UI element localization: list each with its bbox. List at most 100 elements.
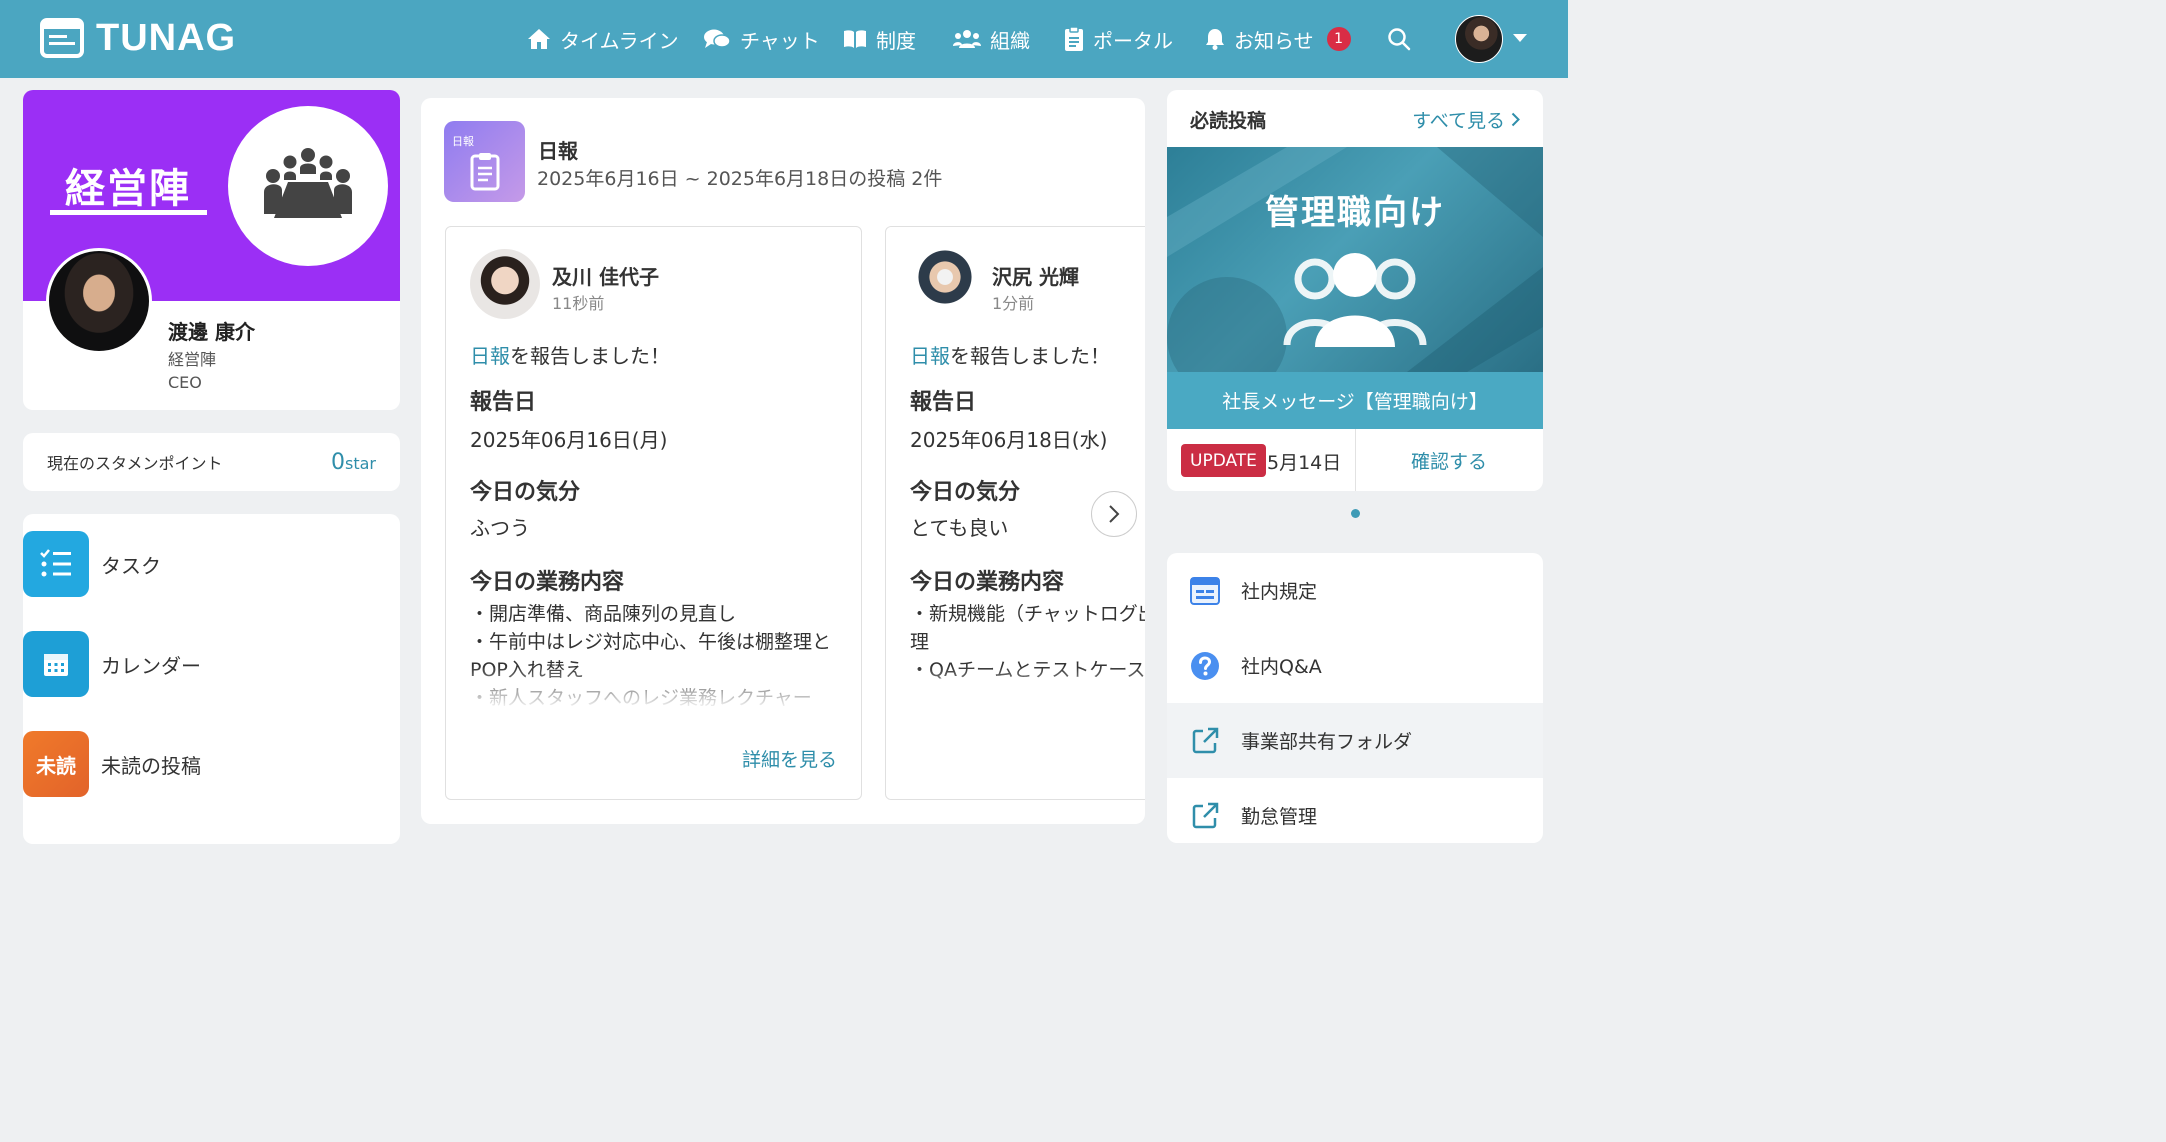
carousel-indicator-dot[interactable] — [1351, 509, 1360, 518]
stamen-point-value: 0star — [331, 449, 376, 475]
must-read-title: 必読投稿 — [1190, 110, 1267, 132]
mood-value: ふつう — [470, 516, 530, 540]
bell-icon — [1206, 29, 1224, 50]
nav-chat[interactable]: チャット — [703, 24, 820, 54]
people-icon — [953, 30, 981, 48]
shortcut-unread-posts[interactable]: 未読 未読の投稿 — [23, 731, 201, 797]
shortcut-label: 未読の投稿 — [101, 753, 201, 778]
chevron-right-icon — [1109, 505, 1120, 523]
link-label: 社内Q&A — [1241, 656, 1322, 678]
nippo-post[interactable]: 及川 佳代子 11秒前 日報を報告しました！ 報告日 2025年06月16日(月… — [445, 226, 862, 800]
post-action-text: 日報を報告しました！ — [470, 344, 670, 368]
nav-notifications[interactable]: お知らせ 1 — [1205, 24, 1351, 54]
author-name[interactable]: 及川 佳代子 — [552, 261, 659, 290]
field-heading: 報告日 — [910, 390, 977, 415]
profile-avatar[interactable] — [46, 248, 152, 354]
caret-down-icon — [1513, 34, 1527, 42]
meeting-table-icon — [264, 148, 352, 218]
search-icon — [1388, 28, 1411, 51]
shortcut-calendar[interactable]: カレンダー — [23, 631, 201, 697]
nav-label: 制度 — [876, 28, 916, 53]
nav-timeline[interactable]: タイムライン — [527, 24, 679, 54]
carousel-next-button[interactable] — [1091, 491, 1137, 537]
nippo-link[interactable]: 日報 — [470, 344, 510, 368]
see-all-label: すべて見る — [1412, 110, 1505, 132]
update-date: 5月14日 — [1267, 452, 1342, 474]
nav-label: タイムライン — [560, 28, 679, 53]
profile-role: CEO — [168, 373, 202, 392]
calendar-icon — [23, 631, 89, 697]
notification-count-badge: 1 — [1326, 27, 1351, 51]
logo-mark-icon — [40, 18, 84, 58]
top-navigation-bar: TUNAG タイムライン チャット 制度 組織 ポータル お知らせ 1 — [0, 0, 1568, 78]
link-attendance[interactable]: 勤怠管理 — [1167, 778, 1543, 843]
field-heading: 今日の業務内容 — [910, 570, 1065, 595]
nav-label: 組織 — [990, 28, 1030, 53]
tunag-logo[interactable]: TUNAG — [40, 16, 236, 60]
thumbnail-title: 管理職向け — [1265, 193, 1445, 233]
nippo-period: 2025年6月16日 ~ 2025年6月18日の投稿 2件 — [537, 168, 943, 190]
nav-system[interactable]: 制度 — [843, 24, 916, 54]
clipboard-icon — [470, 152, 499, 190]
nav-label: チャット — [740, 28, 820, 53]
nippo-link[interactable]: 日報 — [910, 344, 950, 368]
profile-user-name[interactable]: 渡邊 康介 — [168, 316, 255, 345]
post-time: 11秒前 — [552, 294, 605, 313]
quick-links-card: 社内規定 社内Q&A 事業部共有フォルダ 勤怠管理 — [1167, 553, 1543, 843]
link-label: 社内規定 — [1241, 581, 1318, 603]
link-internal-rules[interactable]: 社内規定 — [1167, 553, 1543, 628]
nippo-icon-label: 日報 — [452, 134, 474, 148]
nippo-app-icon[interactable]: 日報 — [444, 121, 525, 202]
must-read-thumbnail[interactable]: 管理職向け — [1167, 147, 1543, 372]
post-time: 1分前 — [992, 294, 1035, 313]
task-list-icon — [23, 531, 89, 597]
team-name-underline — [50, 210, 207, 215]
link-label: 勤怠管理 — [1241, 806, 1318, 828]
field-heading: 報告日 — [470, 390, 537, 415]
nav-portal[interactable]: ポータル — [1064, 24, 1173, 54]
author-name[interactable]: 沢尻 光輝 — [992, 261, 1079, 290]
link-label: 事業部共有フォルダ — [1241, 731, 1413, 753]
nav-label: お知らせ — [1234, 28, 1314, 53]
confirm-button[interactable]: 確認する — [1355, 429, 1543, 491]
shortcut-tasks[interactable]: タスク — [23, 531, 161, 597]
shortcut-label: カレンダー — [101, 653, 201, 678]
search-button[interactable] — [1387, 27, 1411, 51]
nippo-title[interactable]: 日報 — [538, 135, 578, 164]
external-link-icon — [1192, 727, 1219, 753]
home-icon — [528, 29, 550, 49]
document-icon — [1190, 576, 1220, 605]
chat-icon — [704, 29, 731, 48]
field-heading: 今日の気分 — [910, 480, 1021, 505]
user-menu-toggle[interactable] — [1512, 33, 1528, 43]
group-people-icon — [1283, 253, 1427, 347]
field-heading: 今日の業務内容 — [470, 570, 625, 595]
book-icon — [844, 30, 866, 48]
shortcut-label: タスク — [101, 553, 161, 578]
must-read-caption[interactable]: 社長メッセージ【管理職向け】 — [1167, 372, 1543, 429]
field-heading: 今日の気分 — [470, 480, 581, 505]
external-link-icon — [1192, 802, 1219, 828]
user-avatar[interactable] — [1455, 15, 1503, 63]
nav-organization[interactable]: 組織 — [953, 24, 1030, 54]
author-avatar[interactable] — [910, 249, 980, 319]
must-read-card: 必読投稿 すべて見る 管理職向け 社長メッセージ【管理職向け】 UPDATE 5… — [1167, 90, 1543, 491]
stamen-point-label: 現在のスタメンポイント — [47, 454, 223, 473]
report-date: 2025年06月16日(月) — [470, 428, 668, 452]
view-details-link[interactable]: 詳細を見る — [742, 745, 837, 772]
stamen-point-card[interactable]: 現在のスタメンポイント 0star — [23, 433, 400, 491]
link-shared-folder[interactable]: 事業部共有フォルダ — [1167, 703, 1543, 778]
work-content: ・開店準備、商品陳列の見直し ・午前中はレジ対応中心、午後は棚整理とPOP入れ替… — [470, 603, 832, 709]
work-content: ・新規機能（チャットログ出力）の仕様整理 ・QAチームとテストケースのすり合わせ — [910, 603, 1145, 681]
team-emblem — [228, 106, 388, 266]
nippo-feed-card: 日報 日報 2025年6月16日 ~ 2025年6月18日の投稿 2件 及川 佳… — [421, 98, 1145, 824]
mood-value: とても良い — [910, 516, 1009, 540]
link-internal-qa[interactable]: 社内Q&A — [1167, 628, 1543, 703]
see-all-link[interactable]: すべて見る — [1412, 106, 1520, 133]
team-name: 経営陣 — [65, 166, 191, 212]
profile-card: 経営陣 渡邊 康介 経営陣 CEO — [23, 90, 400, 410]
unread-icon: 未読 — [23, 731, 89, 797]
author-avatar[interactable] — [470, 249, 540, 319]
update-badge: UPDATE — [1181, 444, 1266, 477]
chevron-right-icon — [1511, 112, 1520, 127]
